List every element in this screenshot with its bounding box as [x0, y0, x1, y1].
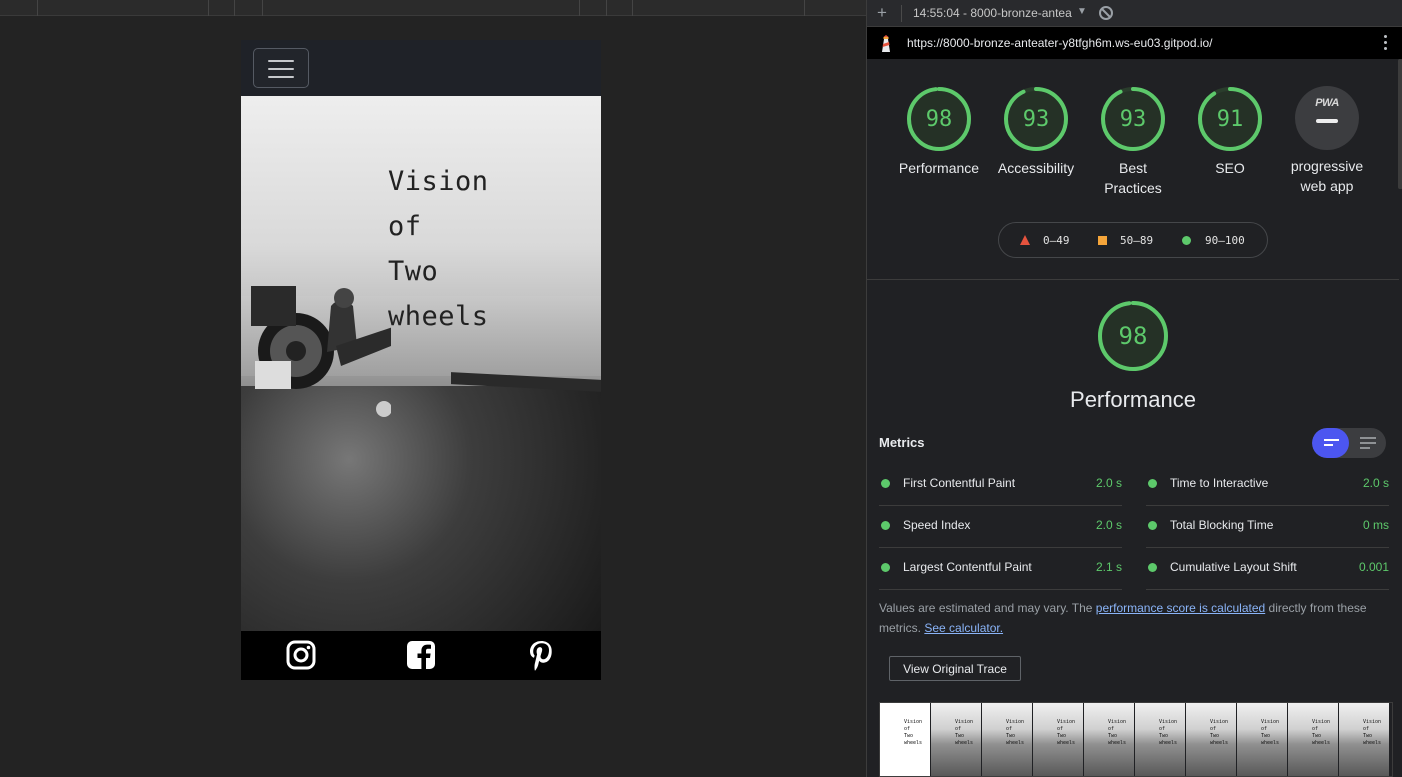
- metric-time-to-interactive[interactable]: Time to Interactive 2.0 s: [1146, 464, 1389, 506]
- filmstrip-frame: Vision of Two wheels: [931, 703, 982, 776]
- filmstrip-frame: Vision of Two wheels: [982, 703, 1033, 776]
- report-url[interactable]: https://8000-bronze-anteater-y8tfgh6m.ws…: [907, 36, 1213, 50]
- instagram-icon[interactable]: [285, 639, 317, 671]
- hero-title: Vision of Two wheels: [388, 159, 538, 339]
- site-navbar: [241, 40, 601, 96]
- filmstrip-frame: Vision of Two wheels: [1084, 703, 1135, 776]
- gauge-seo[interactable]: 91 SEO: [1180, 86, 1280, 178]
- legend-pass: 90–100: [1205, 234, 1245, 247]
- average-square-icon: [1098, 236, 1107, 245]
- metrics-heading: Metrics: [879, 435, 925, 450]
- compact-view-icon[interactable]: [1312, 428, 1349, 458]
- filmstrip-frame-title: Vision of Two wheels: [1210, 719, 1229, 746]
- performance-gauge-large: 98: [1098, 301, 1168, 371]
- lighthouse-logo-icon: [882, 35, 890, 52]
- site-footer: [241, 631, 601, 680]
- scrollbar[interactable]: [1398, 59, 1402, 189]
- metric-largest-contentful-paint[interactable]: Largest Contentful Paint 2.1 s: [879, 548, 1122, 590]
- gauge-label: Accessibility: [997, 160, 1075, 176]
- filmstrip-frame: Vision of Two wheels: [1033, 703, 1084, 776]
- metric-total-blocking-time[interactable]: Total Blocking Time 0 ms: [1146, 506, 1389, 548]
- filmstrip-frame: Vision of Two wheels: [1237, 703, 1288, 776]
- motorcycle-rider-illustration: [251, 286, 391, 417]
- filmstrip-frame: Vision of Two wheels: [880, 703, 931, 776]
- metrics-note: Values are estimated and may vary. The p…: [879, 601, 1367, 635]
- gauge-label: progressive web app: [1290, 158, 1364, 194]
- filmstrip-frame-title: Vision of Two wheels: [1006, 719, 1025, 746]
- filmstrip-frame-title: Vision of Two wheels: [904, 719, 923, 746]
- gauge-accessibility[interactable]: 93 Accessibility: [986, 86, 1086, 178]
- calculator-link[interactable]: See calculator.: [924, 621, 1003, 635]
- pass-circle-icon: [881, 563, 890, 572]
- filmstrip-frame: Vision of Two wheels: [1186, 703, 1237, 776]
- device-toolbar-ruler: [0, 0, 866, 16]
- legend-average: 50–89: [1120, 234, 1154, 247]
- metric-first-contentful-paint[interactable]: First Contentful Paint 2.0 s: [879, 464, 1122, 506]
- hero-title-line: of: [388, 211, 422, 242]
- performance-title: Performance: [1070, 387, 1196, 412]
- pass-circle-icon: [881, 521, 890, 530]
- report-selector[interactable]: 14:55:04 - 8000-bronze-antea: [913, 6, 1072, 20]
- mobile-preview: Vision of Two wheels: [241, 40, 601, 680]
- pass-circle-icon: [1148, 521, 1157, 530]
- expanded-view-icon[interactable]: [1349, 428, 1386, 458]
- filmstrip-frame: Vision of Two wheels: [1135, 703, 1186, 776]
- gauge-label: Best Practices: [1104, 160, 1162, 196]
- filmstrip-frame-title: Vision of Two wheels: [1261, 719, 1280, 746]
- lighthouse-panel: + 14:55:04 - 8000-bronze-antea ▼ https:/…: [866, 0, 1402, 777]
- filmstrip-frame: Vision of Two wheels: [1288, 703, 1339, 776]
- metrics-view-toggle[interactable]: [1312, 428, 1386, 458]
- gauge-performance[interactable]: 98 Performance: [889, 86, 989, 178]
- pinterest-icon[interactable]: [525, 639, 557, 671]
- more-options-icon[interactable]: [1384, 35, 1388, 51]
- filmstrip-frame-title: Vision of Two wheels: [1312, 719, 1331, 746]
- gauge-pwa[interactable]: PWA progressive web app: [1277, 86, 1377, 196]
- pass-circle-icon: [1148, 479, 1157, 488]
- filmstrip-frame-title: Vision of Two wheels: [1057, 719, 1076, 746]
- pass-circle-icon: [881, 479, 890, 488]
- new-report-icon[interactable]: +: [877, 4, 887, 22]
- filmstrip-frame: Vision of Two wheels: [1339, 703, 1390, 776]
- gauge-score: 91: [1217, 107, 1244, 132]
- score-calculation-link[interactable]: performance score is calculated: [1096, 601, 1265, 615]
- facebook-icon[interactable]: [405, 639, 437, 671]
- fail-triangle-icon: [1020, 235, 1030, 245]
- gauge-score: 98: [926, 107, 953, 132]
- metric-cumulative-layout-shift[interactable]: Cumulative Layout Shift 0.001: [1146, 548, 1389, 590]
- screenshot-filmstrip: Vision of Two wheels Vision of Two wheels…: [879, 702, 1393, 777]
- gauge-best-practices[interactable]: 93 Best Practices: [1083, 86, 1183, 198]
- pass-circle-icon: [1182, 236, 1191, 245]
- gauge-score: 93: [1120, 107, 1147, 132]
- gauge-label: Performance: [898, 160, 980, 176]
- performance-score: 98: [1119, 322, 1148, 350]
- clear-reports-icon[interactable]: [1099, 6, 1113, 20]
- filmstrip-frame-title: Vision of Two wheels: [1159, 719, 1178, 746]
- gauge-score: 93: [1023, 107, 1050, 132]
- score-legend: 0–49 50–89 90–100: [998, 222, 1268, 258]
- hero-image: Vision of Two wheels: [241, 96, 601, 631]
- hero-title-line: Vision: [388, 166, 489, 197]
- filmstrip-frame-title: Vision of Two wheels: [955, 719, 974, 746]
- filmstrip-frame-title: Vision of Two wheels: [1363, 719, 1382, 746]
- dropdown-caret-icon[interactable]: ▼: [1077, 6, 1087, 17]
- hero-title-line: Two: [388, 256, 439, 287]
- hamburger-menu-button[interactable]: [253, 48, 309, 88]
- hero-title-line: wheels: [388, 301, 489, 332]
- lighthouse-toolbar: + 14:55:04 - 8000-bronze-antea ▼: [867, 0, 1402, 27]
- pwa-badge-icon: PWA: [1295, 86, 1359, 150]
- gauge-label: SEO: [1215, 160, 1245, 176]
- pass-circle-icon: [1148, 563, 1157, 572]
- filmstrip-frame-title: Vision of Two wheels: [1108, 719, 1127, 746]
- view-original-trace-button[interactable]: View Original Trace: [889, 656, 1021, 681]
- report-url-bar: https://8000-bronze-anteater-y8tfgh6m.ws…: [867, 27, 1402, 59]
- legend-fail: 0–49: [1043, 234, 1070, 247]
- metric-speed-index[interactable]: Speed Index 2.0 s: [879, 506, 1122, 548]
